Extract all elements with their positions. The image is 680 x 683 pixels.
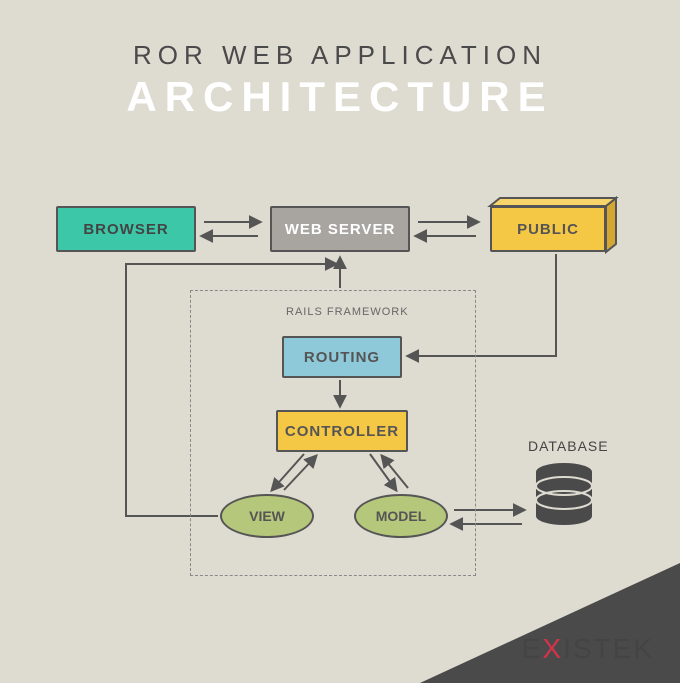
title-line2: ARCHITECTURE (0, 73, 680, 121)
node-model: MODEL (354, 494, 448, 538)
title-line1: ROR WEB APPLICATION (0, 0, 680, 71)
node-browser: BROWSER (56, 206, 196, 252)
node-webserver: WEB SERVER (270, 206, 410, 252)
node-routing: ROUTING (282, 336, 402, 378)
corner-decoration (420, 563, 680, 683)
database-label: DATABASE (528, 438, 609, 454)
database-icon (532, 462, 596, 530)
rails-framework-label: RAILS FRAMEWORK (286, 306, 409, 318)
node-view: VIEW (220, 494, 314, 538)
node-public: PUBLIC (490, 206, 606, 252)
logo-existek: EXISTEK (522, 633, 654, 665)
node-controller: CONTROLLER (276, 410, 408, 452)
